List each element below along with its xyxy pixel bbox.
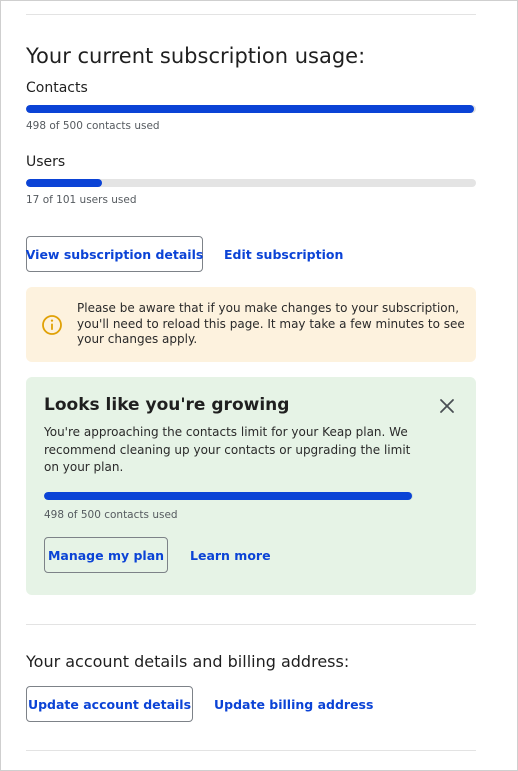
learn-more-link[interactable]: Learn more bbox=[190, 537, 271, 573]
warning-text: Please be aware that if you make changes… bbox=[77, 301, 465, 346]
users-usage-bar bbox=[26, 179, 476, 187]
growth-contacts-usage-fill bbox=[44, 492, 412, 500]
update-billing-address-link[interactable]: Update billing address bbox=[214, 686, 373, 722]
contacts-label: Contacts bbox=[26, 80, 88, 96]
account-details-title: Your account details and billing address… bbox=[26, 652, 350, 671]
edit-subscription-link[interactable]: Edit subscription bbox=[224, 236, 343, 272]
subscription-usage-title: Your current subscription usage: bbox=[26, 44, 366, 68]
growth-title: Looks like you're growing bbox=[44, 395, 290, 415]
users-usage-fill bbox=[26, 179, 102, 187]
growth-body-text: You're approaching the contacts limit fo… bbox=[44, 425, 411, 474]
growth-contacts-usage-bar bbox=[44, 492, 413, 500]
growth-usage-caption: 498 of 500 contacts used bbox=[44, 509, 178, 521]
contacts-usage-bar bbox=[26, 105, 476, 113]
contacts-usage-caption: 498 of 500 contacts used bbox=[26, 120, 160, 132]
growth-notice-card: Looks like you're growing You're approac… bbox=[26, 377, 476, 595]
bottom-divider bbox=[26, 750, 476, 751]
close-icon[interactable] bbox=[436, 395, 458, 417]
middle-divider bbox=[26, 624, 476, 625]
top-divider bbox=[26, 14, 476, 15]
manage-my-plan-button[interactable]: Manage my plan bbox=[44, 537, 168, 573]
info-circle-icon bbox=[42, 315, 62, 335]
update-account-details-button[interactable]: Update account details bbox=[26, 686, 193, 722]
reload-warning-banner: Please be aware that if you make changes… bbox=[26, 287, 476, 362]
users-label: Users bbox=[26, 154, 66, 170]
contacts-usage-fill bbox=[26, 105, 475, 113]
subscription-panel: Your current subscription usage: Contact… bbox=[0, 0, 518, 771]
users-usage-caption: 17 of 101 users used bbox=[26, 194, 137, 206]
view-subscription-details-button[interactable]: View subscription details bbox=[26, 236, 203, 272]
